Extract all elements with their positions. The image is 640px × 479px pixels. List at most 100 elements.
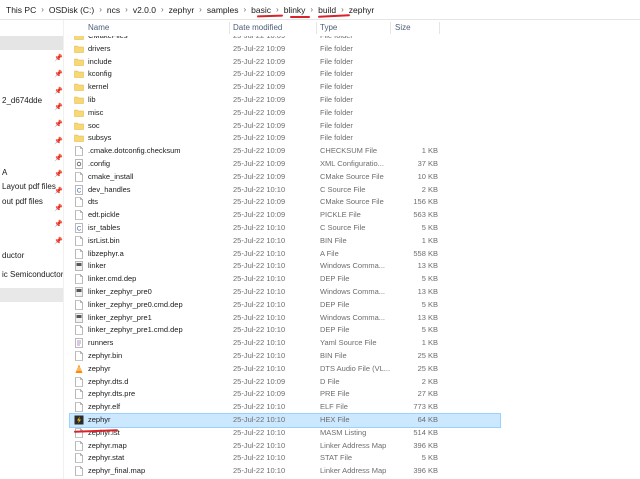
file-size: 1 KB <box>421 338 438 348</box>
file-row[interactable]: runners 25-Jul-22 10:10 Yaml Source File 1 … <box>70 337 500 350</box>
sidebar-item-highlighted[interactable] <box>0 288 63 302</box>
breadcrumb-separator[interactable]: › <box>161 5 164 14</box>
folder-icon <box>74 36 84 41</box>
file-row[interactable]: soc 25-Jul-22 10:09 File folder <box>70 120 500 133</box>
column-header-type[interactable]: Type <box>320 20 337 36</box>
column-header-name[interactable]: Name <box>88 20 109 36</box>
file-row[interactable]: linker_zephyr_pre1 25-Jul-22 10:10 Windows… <box>70 312 500 325</box>
breadcrumb-item[interactable]: This PC <box>6 5 36 15</box>
sidebar-item[interactable]: ductor <box>0 249 24 263</box>
breadcrumb-separator[interactable]: › <box>276 5 279 14</box>
column-header-size[interactable]: Size <box>395 20 411 36</box>
file-icon <box>74 402 84 412</box>
breadcrumb-item[interactable]: blinky <box>284 5 306 15</box>
column-divider[interactable] <box>439 22 440 34</box>
column-divider[interactable] <box>390 22 391 34</box>
file-name: cmake_install <box>88 171 134 181</box>
folder-icon <box>74 44 84 54</box>
file-row[interactable]: linker_zephyr_pre1.cmd.dep 25-Jul-22 10:1… <box>70 324 500 337</box>
file-row[interactable]: zephyr 25-Jul-22 10:10 DTS Audio File (VL.… <box>70 363 500 376</box>
file-size: 514 KB <box>413 427 438 437</box>
file-row[interactable]: .config 25-Jul-22 10:09 XML Configuratio..… <box>70 158 500 171</box>
file-row[interactable]: zephyr.bin 25-Jul-22 10:10 BIN File 25 KB <box>70 350 500 363</box>
sidebar-item[interactable]: A <box>0 166 7 180</box>
breadcrumb-item[interactable]: ncs <box>107 5 120 15</box>
sidebar-item[interactable]: Layout pdf files <box>0 180 56 194</box>
file-row[interactable]: zephyr.lst 25-Jul-22 10:10 MASM Listing 514… <box>70 427 500 440</box>
file-size: 25 KB <box>417 363 438 373</box>
breadcrumb-separator[interactable]: › <box>310 5 313 14</box>
file-row[interactable]: linker 25-Jul-22 10:10 Windows Comma... 13 … <box>70 260 500 273</box>
file-type: DEP File <box>320 299 350 309</box>
sidebar-item[interactable]: ic Semiconductor <box>0 268 63 282</box>
breadcrumb-separator[interactable]: › <box>99 5 102 14</box>
breadcrumb-separator[interactable]: › <box>244 5 247 14</box>
file-row[interactable]: misc 25-Jul-22 10:09 File folder <box>70 107 500 120</box>
sidebar-item[interactable]: out pdf files <box>0 195 43 209</box>
file-row[interactable]: Cdev_handles 25-Jul-22 10:10 C Source File… <box>70 184 500 197</box>
file-row[interactable]: isrList.bin 25-Jul-22 10:10 BIN File 1 KB <box>70 235 500 248</box>
file-row[interactable]: linker_zephyr_pre0 25-Jul-22 10:10 Windows… <box>70 286 500 299</box>
breadcrumb-item[interactable]: basic <box>251 5 271 15</box>
breadcrumb-separator[interactable]: › <box>199 5 202 14</box>
file-row[interactable]: cmake_install 25-Jul-22 10:09 CMake Source… <box>70 171 500 184</box>
file-name: kernel <box>88 82 109 92</box>
breadcrumb-item[interactable]: build <box>318 5 336 15</box>
file-date: 25-Jul-22 10:09 <box>233 56 286 66</box>
file-row[interactable]: libzephyr.a 25-Jul-22 10:10 A File 558 KB <box>70 248 500 261</box>
file-row[interactable]: zephyr.elf 25-Jul-22 10:10 ELF File 773 KB <box>70 401 500 414</box>
file-name: soc <box>88 120 100 130</box>
file-date: 25-Jul-22 10:10 <box>233 325 286 335</box>
sidebar-selected-item[interactable] <box>0 36 63 50</box>
file-icon <box>74 453 84 464</box>
file-row[interactable]: kernel 25-Jul-22 10:09 File folder <box>70 81 500 94</box>
file-row[interactable]: zephyr.stat 25-Jul-22 10:10 STAT File 5 KB <box>70 452 500 465</box>
file-row-selected[interactable]: zephyr 25-Jul-22 10:10 HEX File 64 KB <box>69 413 501 428</box>
file-row[interactable]: zephyr.map 25-Jul-22 10:10 Linker Address … <box>70 440 500 453</box>
file-type: File folder <box>320 107 353 117</box>
file-row[interactable]: linker.cmd.dep 25-Jul-22 10:10 DEP File 5 K… <box>70 273 500 286</box>
file-date: 25-Jul-22 10:09 <box>233 120 286 130</box>
file-date: 25-Jul-22 10:09 <box>233 82 286 92</box>
file-name: linker.cmd.dep <box>88 274 137 284</box>
file-type: BIN File <box>320 235 347 245</box>
column-divider[interactable] <box>229 22 230 34</box>
breadcrumb-separator[interactable]: › <box>125 5 128 14</box>
file-row[interactable]: drivers 25-Jul-22 10:09 File folder <box>70 43 500 56</box>
file-row[interactable]: edt.pickle 25-Jul-22 10:09 PICKLE File 563 … <box>70 209 500 222</box>
column-divider[interactable] <box>316 22 317 34</box>
file-row[interactable]: zephyr.dts.pre 25-Jul-22 10:09 PRE File 27 … <box>70 388 500 401</box>
file-row[interactable]: include 25-Jul-22 10:09 File folder <box>70 56 500 69</box>
file-date: 25-Jul-22 10:10 <box>233 312 286 322</box>
file-row[interactable]: linker_zephyr_pre0.cmd.dep 25-Jul-22 10:1… <box>70 299 500 312</box>
file-type: XML Configuratio... <box>320 159 384 168</box>
file-row[interactable]: zephyr_final.map 25-Jul-22 10:10 Linker Ad… <box>70 465 500 478</box>
breadcrumb-item[interactable]: samples <box>207 5 239 15</box>
file-type: PRE File <box>320 389 350 399</box>
file-row[interactable]: .cmake.dotconfig.checksum 25-Jul-22 10:09… <box>70 145 500 158</box>
file-name: linker_zephyr_pre0.cmd.dep <box>88 299 183 309</box>
breadcrumb-separator[interactable]: › <box>41 5 44 14</box>
file-row[interactable]: kconfig 25-Jul-22 10:09 File folder <box>70 68 500 81</box>
breadcrumb-separator[interactable]: › <box>341 5 344 14</box>
file-name: zephyr.dts.d <box>88 376 129 386</box>
file-row[interactable]: subsys 25-Jul-22 10:09 File folder <box>70 132 500 145</box>
file-row[interactable]: zephyr.dts.d 25-Jul-22 10:09 D File 2 KB <box>70 376 500 389</box>
column-header-date[interactable]: Date modified <box>233 20 282 36</box>
breadcrumb-item[interactable]: v2.0.0 <box>133 5 156 15</box>
pin-icon: 📌 <box>54 55 63 62</box>
sidebar-item[interactable]: 2_d674dde <box>0 94 42 108</box>
file-row[interactable]: lib 25-Jul-22 10:09 File folder <box>70 94 500 107</box>
file-row[interactable]: CMakeFiles 25-Jul-22 10:09 File folder <box>70 36 500 43</box>
pin-icon: 📌 <box>54 188 63 195</box>
breadcrumb-item[interactable]: zephyr <box>349 5 375 15</box>
file-icon <box>74 171 84 182</box>
file-size: 10 KB <box>417 171 438 181</box>
file-row[interactable]: dts 25-Jul-22 10:09 CMake Source File 156 K… <box>70 196 500 209</box>
breadcrumb-item[interactable]: OSDisk (C:) <box>49 5 94 15</box>
file-row[interactable]: Cisr_tables 25-Jul-22 10:10 C Source File 5… <box>70 222 500 235</box>
file-icon <box>74 299 84 310</box>
hex-icon <box>74 415 84 425</box>
breadcrumb-item[interactable]: zephyr <box>169 5 195 15</box>
file-type: Yaml Source File <box>320 338 377 348</box>
